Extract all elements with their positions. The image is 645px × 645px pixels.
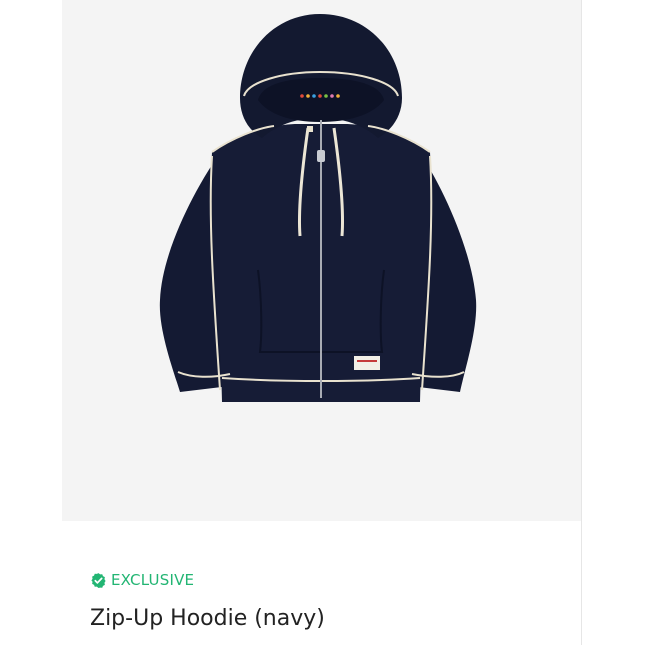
exclusive-label: EXCLUSIVE	[111, 571, 195, 589]
product-card[interactable]: EXCLUSIVE Zip-Up Hoodie (navy)	[62, 0, 581, 645]
product-image[interactable]	[62, 0, 581, 521]
verified-check-icon	[90, 572, 107, 589]
hoodie-illustration	[159, 14, 477, 402]
exclusive-badge: EXCLUSIVE	[90, 570, 194, 590]
product-title[interactable]: Zip-Up Hoodie (navy)	[90, 606, 325, 631]
product-page: EXCLUSIVE Zip-Up Hoodie (navy)	[0, 0, 645, 645]
card-divider	[581, 0, 582, 645]
